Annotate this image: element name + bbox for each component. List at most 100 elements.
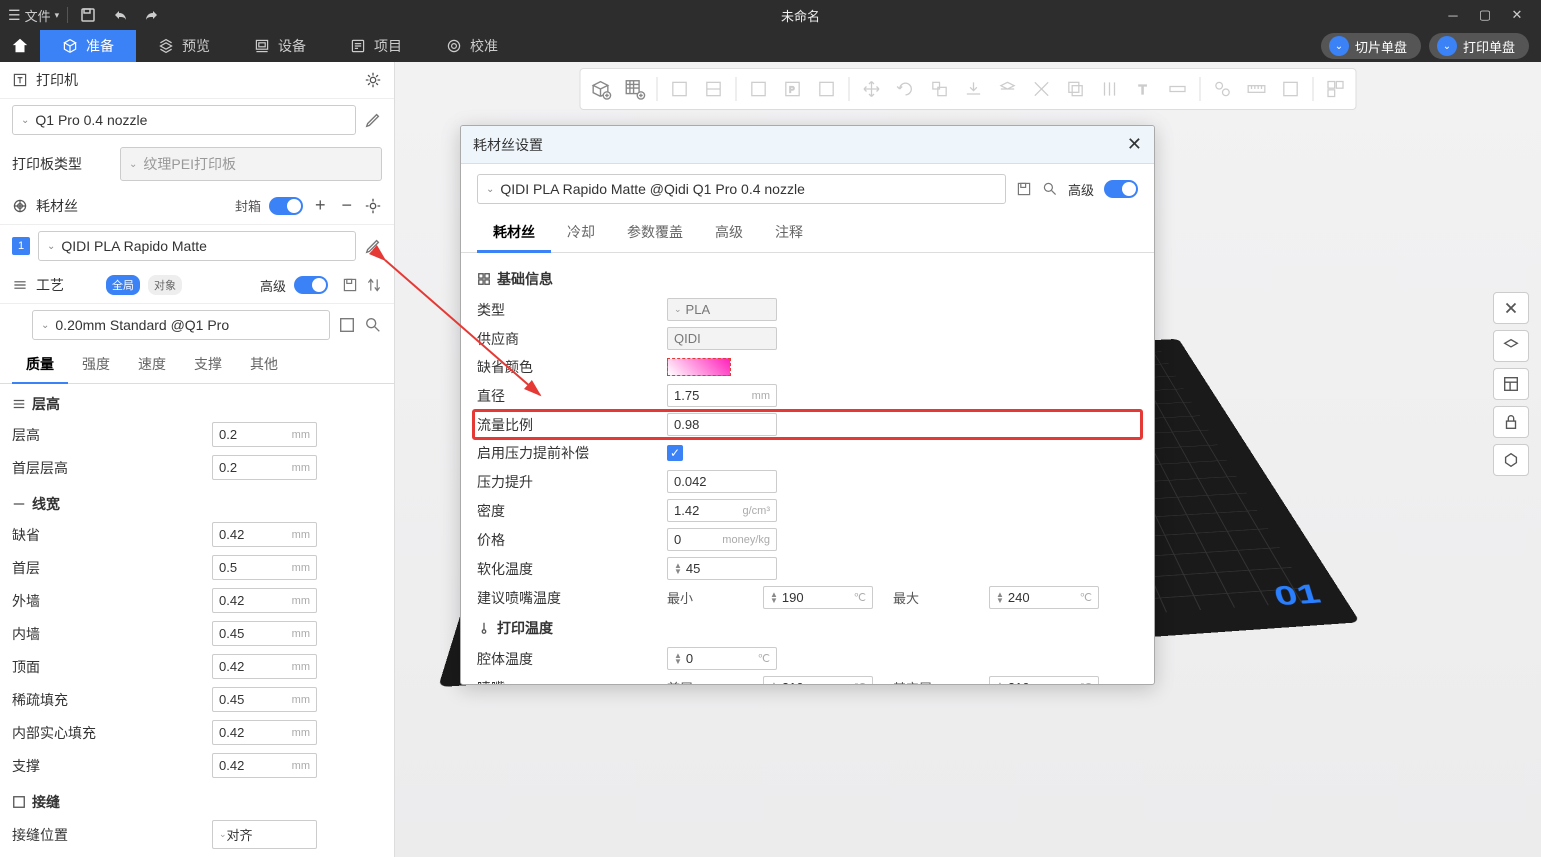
filament-edit-icon[interactable] bbox=[364, 237, 382, 255]
soften-input[interactable]: ▲▼45 bbox=[667, 557, 777, 580]
param-input[interactable]: 0.42mm bbox=[212, 720, 317, 745]
ruler-icon[interactable] bbox=[1241, 73, 1273, 105]
nozzle-first-input[interactable]: ▲▼210℃ bbox=[763, 676, 873, 684]
pa-input[interactable]: 0.042 bbox=[667, 470, 777, 493]
param-input[interactable]: 0.42mm bbox=[212, 753, 317, 778]
param-input[interactable]: ⌄对齐 bbox=[212, 820, 317, 849]
mtab-cooling[interactable]: 冷却 bbox=[551, 214, 611, 252]
compare-icon[interactable] bbox=[366, 277, 382, 293]
diameter-input[interactable]: 1.75mm bbox=[667, 384, 777, 407]
mtab-notes[interactable]: 注释 bbox=[759, 214, 819, 252]
add-cube-icon[interactable] bbox=[585, 73, 617, 105]
advanced-toggle[interactable] bbox=[294, 276, 328, 294]
subtab-support[interactable]: 支撑 bbox=[180, 346, 236, 383]
tool-icon[interactable] bbox=[811, 73, 843, 105]
param-input[interactable]: 0.45mm bbox=[212, 687, 317, 712]
view-layout-icon[interactable] bbox=[1493, 368, 1529, 400]
object-pill[interactable]: 对象 bbox=[148, 275, 182, 295]
filament-add[interactable]: + bbox=[311, 195, 330, 216]
param-input[interactable]: 0.42mm bbox=[212, 522, 317, 547]
param-input[interactable]: 0.42mm bbox=[212, 654, 317, 679]
recommend-min-input[interactable]: ▲▼190℃ bbox=[763, 586, 873, 609]
view-lock-icon[interactable] bbox=[1493, 406, 1529, 438]
tab-device[interactable]: 设备 bbox=[232, 30, 328, 62]
global-pill[interactable]: 全局 bbox=[106, 275, 140, 295]
param-input[interactable]: 0.5mm bbox=[212, 555, 317, 580]
edit-icon[interactable] bbox=[364, 111, 382, 129]
filament-select[interactable]: ⌄QIDI PLA Rapido Matte bbox=[38, 231, 356, 261]
gear-icon[interactable] bbox=[364, 197, 382, 215]
preset-select[interactable]: ⌄QIDI PLA Rapido Matte @Qidi Q1 Pro 0.4 … bbox=[477, 174, 1006, 204]
tool-icon[interactable] bbox=[664, 73, 696, 105]
vendor-input[interactable]: QIDI bbox=[667, 327, 777, 350]
save-icon[interactable] bbox=[76, 3, 100, 27]
param-input[interactable]: 0.45mm bbox=[212, 621, 317, 646]
mtab-filament[interactable]: 耗材丝 bbox=[477, 214, 551, 253]
density-input[interactable]: 1.42g/cm³ bbox=[667, 499, 777, 522]
process-select[interactable]: ⌄0.20mm Standard @Q1 Pro bbox=[32, 310, 330, 340]
undo-icon[interactable] bbox=[108, 3, 132, 27]
print-button[interactable]: ⌄打印单盘 bbox=[1429, 33, 1529, 59]
add-plate-icon[interactable] bbox=[619, 73, 651, 105]
chamber-input[interactable]: ▲▼0℃ bbox=[667, 647, 777, 670]
pa-checkbox[interactable]: ✓ bbox=[667, 445, 683, 461]
param-input[interactable]: 0.2mm bbox=[212, 455, 317, 480]
type-select[interactable]: ⌄PLA bbox=[667, 298, 777, 321]
text-icon[interactable]: T bbox=[1128, 73, 1160, 105]
view-close-icon[interactable] bbox=[1493, 292, 1529, 324]
paint-icon[interactable] bbox=[1060, 73, 1092, 105]
tab-prepare[interactable]: 准备 bbox=[40, 30, 136, 62]
param-input[interactable]: 0.42mm bbox=[212, 588, 317, 613]
save-icon[interactable] bbox=[1016, 181, 1032, 197]
printer-select[interactable]: ⌄Q1 Pro 0.4 nozzle bbox=[12, 105, 356, 135]
filament-index[interactable]: 1 bbox=[12, 237, 30, 255]
tool-icon[interactable] bbox=[743, 73, 775, 105]
measure-icon[interactable] bbox=[1162, 73, 1194, 105]
subtab-other[interactable]: 其他 bbox=[236, 346, 292, 383]
save-icon[interactable] bbox=[342, 277, 358, 293]
place-icon[interactable] bbox=[958, 73, 990, 105]
tab-preview[interactable]: 预览 bbox=[136, 30, 232, 62]
search-icon[interactable] bbox=[364, 316, 382, 334]
tool-icon[interactable] bbox=[698, 73, 730, 105]
search-icon[interactable] bbox=[1042, 181, 1058, 197]
price-input[interactable]: 0money/kg bbox=[667, 528, 777, 551]
gear-icon[interactable] bbox=[364, 71, 382, 89]
edit-icon[interactable] bbox=[338, 316, 356, 334]
scale-icon[interactable] bbox=[924, 73, 956, 105]
recommend-max-input[interactable]: ▲▼240℃ bbox=[989, 586, 1099, 609]
tab-project[interactable]: 项目 bbox=[328, 30, 424, 62]
subtab-quality[interactable]: 质量 bbox=[12, 346, 68, 384]
rotate-icon[interactable] bbox=[890, 73, 922, 105]
mesh-icon[interactable] bbox=[1026, 73, 1058, 105]
slice-button[interactable]: ⌄切片单盘 bbox=[1321, 33, 1421, 59]
tool-icon[interactable] bbox=[1275, 73, 1307, 105]
param-input[interactable]: 0.2mm bbox=[212, 422, 317, 447]
cut-icon[interactable] bbox=[992, 73, 1024, 105]
mtab-override[interactable]: 参数覆盖 bbox=[611, 214, 699, 252]
minimize-button[interactable]: ─ bbox=[1437, 3, 1469, 27]
assembly-icon[interactable] bbox=[1207, 73, 1239, 105]
color-swatch[interactable] bbox=[667, 358, 731, 376]
file-menu[interactable]: ☰ 文件 ▾ bbox=[8, 6, 59, 25]
support-icon[interactable] bbox=[1094, 73, 1126, 105]
modal-close-button[interactable]: ✕ bbox=[1127, 134, 1142, 155]
flow-input[interactable]: 0.98 bbox=[667, 413, 777, 436]
auto-arrange-icon[interactable] bbox=[1320, 73, 1352, 105]
redo-icon[interactable] bbox=[140, 3, 164, 27]
nozzle-other-input[interactable]: ▲▼210℃ bbox=[989, 676, 1099, 684]
subtab-speed[interactable]: 速度 bbox=[124, 346, 180, 383]
sealed-toggle[interactable] bbox=[269, 197, 303, 215]
maximize-button[interactable]: ▢ bbox=[1469, 3, 1501, 27]
view-settings-icon[interactable] bbox=[1493, 444, 1529, 476]
tab-calibrate[interactable]: 校准 bbox=[424, 30, 520, 62]
move-icon[interactable] bbox=[856, 73, 888, 105]
mtab-advanced[interactable]: 高级 bbox=[699, 214, 759, 252]
tool-icon[interactable]: P bbox=[777, 73, 809, 105]
plate-type-select[interactable]: ⌄纹理PEI打印板 bbox=[120, 147, 382, 181]
subtab-strength[interactable]: 强度 bbox=[68, 346, 124, 383]
modal-advanced-toggle[interactable] bbox=[1104, 180, 1138, 198]
filament-remove[interactable]: − bbox=[337, 195, 356, 216]
home-tab[interactable] bbox=[0, 30, 40, 62]
view-iso-icon[interactable] bbox=[1493, 330, 1529, 362]
